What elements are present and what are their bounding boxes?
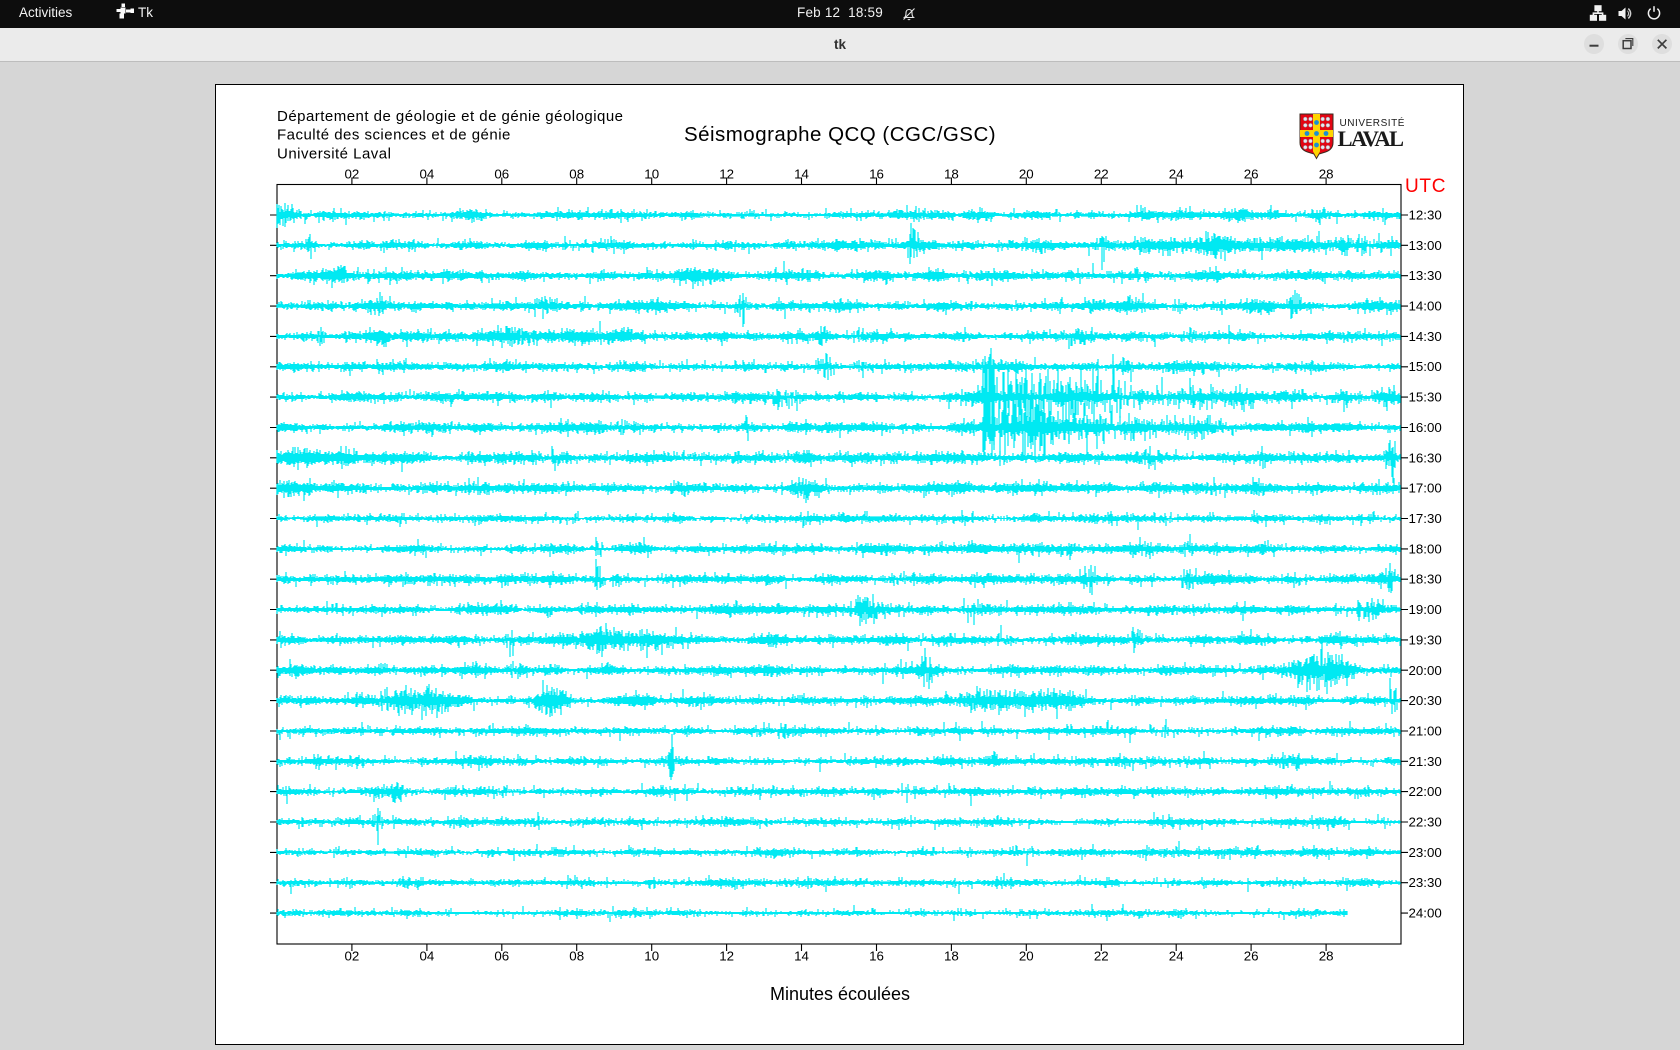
svg-text:22: 22 [1094, 949, 1109, 964]
svg-text:Séismographe QCQ (CGC/GSC): Séismographe QCQ (CGC/GSC) [684, 123, 996, 146]
svg-text:15:30: 15:30 [1409, 390, 1442, 405]
svg-text:24: 24 [1169, 949, 1184, 964]
svg-text:LAVAL: LAVAL [1338, 126, 1405, 151]
svg-text:26: 26 [1244, 167, 1259, 182]
svg-text:12: 12 [719, 949, 734, 964]
svg-text:10: 10 [644, 949, 659, 964]
svg-text:14: 14 [794, 949, 809, 964]
svg-text:16:30: 16:30 [1409, 450, 1442, 465]
svg-text:24:00: 24:00 [1409, 906, 1442, 921]
svg-text:16:00: 16:00 [1409, 420, 1442, 435]
svg-text:06: 06 [494, 167, 509, 182]
svg-text:24: 24 [1169, 167, 1184, 182]
svg-text:UTC: UTC [1405, 176, 1446, 197]
svg-text:04: 04 [420, 167, 435, 182]
svg-text:04: 04 [420, 949, 435, 964]
svg-text:14:30: 14:30 [1409, 329, 1442, 344]
svg-text:20: 20 [1019, 167, 1034, 182]
svg-text:02: 02 [345, 167, 360, 182]
svg-text:10: 10 [644, 167, 659, 182]
svg-text:20:00: 20:00 [1409, 663, 1442, 678]
svg-text:15:00: 15:00 [1409, 359, 1442, 374]
svg-text:20:30: 20:30 [1409, 693, 1442, 708]
svg-text:22: 22 [1094, 167, 1109, 182]
svg-text:16: 16 [869, 949, 884, 964]
svg-text:20: 20 [1019, 949, 1034, 964]
svg-text:16: 16 [869, 167, 884, 182]
svg-text:14:00: 14:00 [1409, 299, 1442, 314]
svg-text:Faculté des sciences et de gén: Faculté des sciences et de génie [277, 127, 511, 144]
svg-text:Département de géologie et de: Département de géologie et de génie géol… [277, 108, 624, 125]
svg-text:06: 06 [494, 949, 509, 964]
svg-text:08: 08 [569, 167, 584, 182]
svg-text:23:00: 23:00 [1409, 845, 1442, 860]
svg-text:12: 12 [719, 167, 734, 182]
svg-text:19:30: 19:30 [1409, 632, 1442, 647]
svg-text:18: 18 [944, 167, 959, 182]
svg-text:17:30: 17:30 [1409, 511, 1442, 526]
svg-text:Université Laval: Université Laval [277, 145, 391, 162]
svg-text:21:30: 21:30 [1409, 754, 1442, 769]
svg-text:17:00: 17:00 [1409, 481, 1442, 496]
svg-text:28: 28 [1319, 167, 1334, 182]
svg-text:28: 28 [1319, 949, 1334, 964]
svg-text:08: 08 [569, 949, 584, 964]
svg-text:02: 02 [345, 949, 360, 964]
svg-text:23:30: 23:30 [1409, 875, 1442, 890]
svg-text:12:30: 12:30 [1409, 208, 1442, 223]
svg-text:18:00: 18:00 [1409, 541, 1442, 556]
svg-text:22:30: 22:30 [1409, 815, 1442, 830]
svg-text:22:00: 22:00 [1409, 784, 1442, 799]
svg-text:Minutes écoulées: Minutes écoulées [770, 984, 910, 1004]
svg-text:13:30: 13:30 [1409, 268, 1442, 283]
svg-text:14: 14 [794, 167, 809, 182]
svg-text:26: 26 [1244, 949, 1259, 964]
svg-text:18:30: 18:30 [1409, 572, 1442, 587]
svg-text:21:00: 21:00 [1409, 724, 1442, 739]
svg-text:18: 18 [944, 949, 959, 964]
svg-text:13:00: 13:00 [1409, 238, 1442, 253]
svg-text:19:00: 19:00 [1409, 602, 1442, 617]
